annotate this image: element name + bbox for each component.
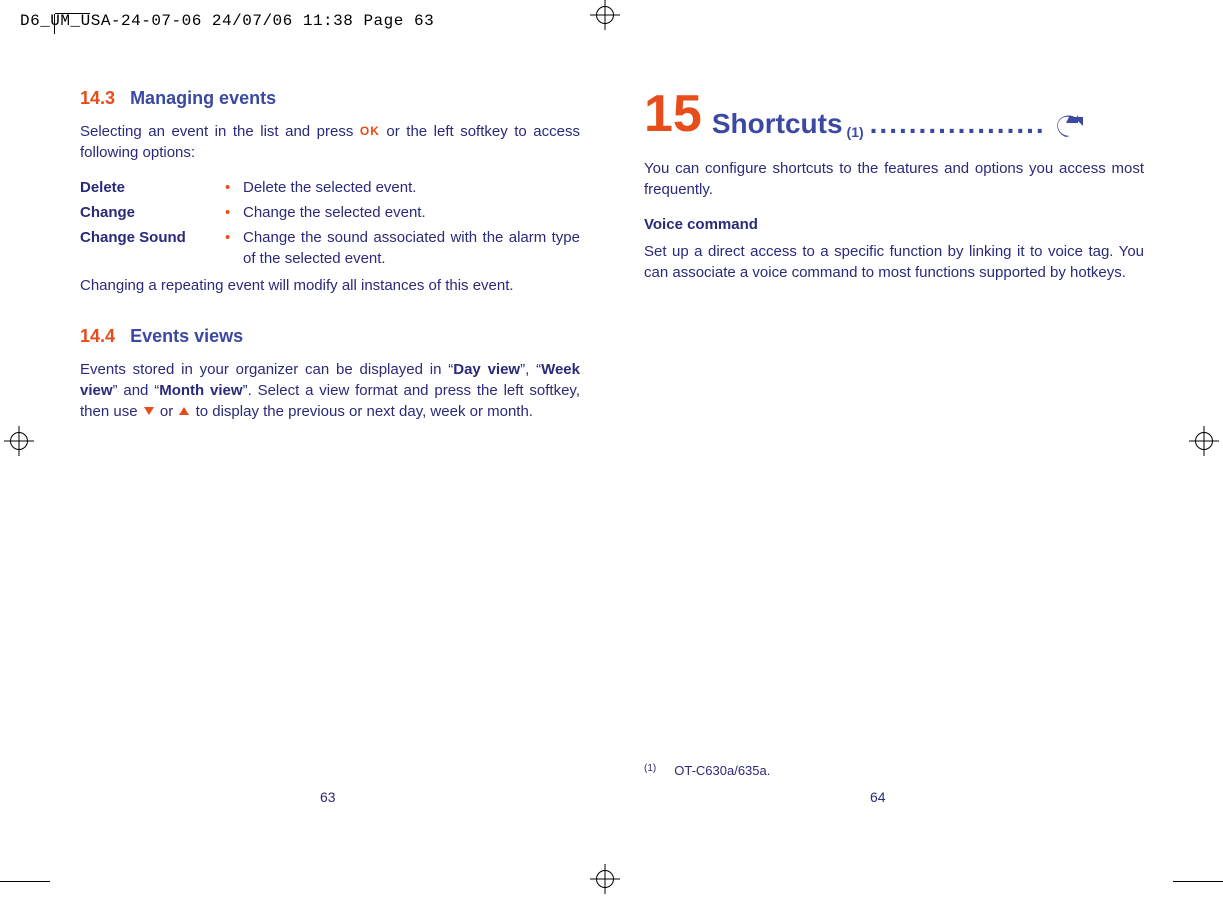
registration-mark-bottom bbox=[596, 870, 614, 888]
ok-icon: OK bbox=[360, 123, 380, 140]
option-label: Change bbox=[80, 202, 225, 223]
option-label: Change Sound bbox=[80, 227, 225, 269]
shortcut-arrow-icon bbox=[1056, 115, 1084, 137]
text: Selecting an event in the list and press bbox=[80, 123, 360, 140]
page-number-right: 64 bbox=[870, 788, 886, 808]
down-arrow-icon bbox=[144, 407, 154, 415]
section-number: 14.4 bbox=[80, 326, 115, 346]
crop-tick bbox=[0, 881, 50, 882]
page-left: 14.3 Managing events Selecting an event … bbox=[80, 80, 580, 436]
text: ”, “ bbox=[520, 361, 541, 378]
crop-tick bbox=[1173, 881, 1223, 882]
chapter-sup: (1) bbox=[847, 125, 864, 140]
text: Events stored in your organizer can be d… bbox=[80, 361, 453, 378]
manual-spread: D6_UM_USA-24-07-06 24/07/06 11:38 Page 6… bbox=[0, 0, 1223, 898]
sub-heading-voice-command: Voice command bbox=[644, 214, 1144, 235]
bullet-icon: • bbox=[225, 177, 243, 198]
page-number-left: 63 bbox=[320, 788, 336, 808]
option-row-delete: Delete • Delete the selected event. bbox=[80, 177, 580, 198]
footnote: (1) OT-C630a/635a. bbox=[644, 762, 770, 780]
voice-command-paragraph: Set up a direct access to a specific fun… bbox=[644, 241, 1144, 283]
option-row-change: Change • Change the selected event. bbox=[80, 202, 580, 223]
section-heading-14-4: 14.4 Events views bbox=[80, 324, 580, 349]
option-label: Delete bbox=[80, 177, 225, 198]
option-row-change-sound: Change Sound • Change the sound associat… bbox=[80, 227, 580, 269]
chapter-number: 15 bbox=[644, 88, 702, 140]
intro-paragraph: Selecting an event in the list and press… bbox=[80, 121, 580, 163]
footnote-text: OT-C630a/635a. bbox=[674, 762, 770, 780]
section-number: 14.3 bbox=[80, 88, 115, 108]
registration-mark-right bbox=[1195, 432, 1213, 450]
chapter-heading: 15 Shortcuts (1) .................. bbox=[644, 88, 1144, 140]
option-desc: Change the selected event. bbox=[243, 202, 580, 223]
section-title: Events views bbox=[130, 326, 243, 346]
option-desc: Delete the selected event. bbox=[243, 177, 580, 198]
note-paragraph: Changing a repeating event will modify a… bbox=[80, 275, 580, 296]
shortcuts-intro: You can configure shortcuts to the featu… bbox=[644, 158, 1144, 200]
bold: Month view bbox=[159, 382, 242, 399]
text: to display the previous or next day, wee… bbox=[191, 403, 533, 420]
registration-mark-top bbox=[596, 6, 614, 24]
chapter-title-text: Shortcuts bbox=[712, 109, 843, 140]
section-title: Managing events bbox=[130, 88, 276, 108]
registration-mark-left bbox=[10, 432, 28, 450]
bullet-icon: • bbox=[225, 227, 243, 269]
leader-dots: .................. bbox=[870, 109, 1046, 140]
footnote-marker: (1) bbox=[644, 762, 656, 780]
up-arrow-icon bbox=[179, 407, 189, 415]
crop-tick bbox=[55, 13, 90, 14]
crop-tick bbox=[54, 14, 55, 34]
text: or bbox=[156, 403, 178, 420]
views-paragraph: Events stored in your organizer can be d… bbox=[80, 359, 580, 422]
page-right: 15 Shortcuts (1) .................. You … bbox=[644, 80, 1144, 297]
bullet-icon: • bbox=[225, 202, 243, 223]
section-heading-14-3: 14.3 Managing events bbox=[80, 86, 580, 111]
bold: Day view bbox=[453, 361, 520, 378]
option-desc: Change the sound associated with the ala… bbox=[243, 227, 580, 269]
text: ” and “ bbox=[113, 382, 160, 399]
